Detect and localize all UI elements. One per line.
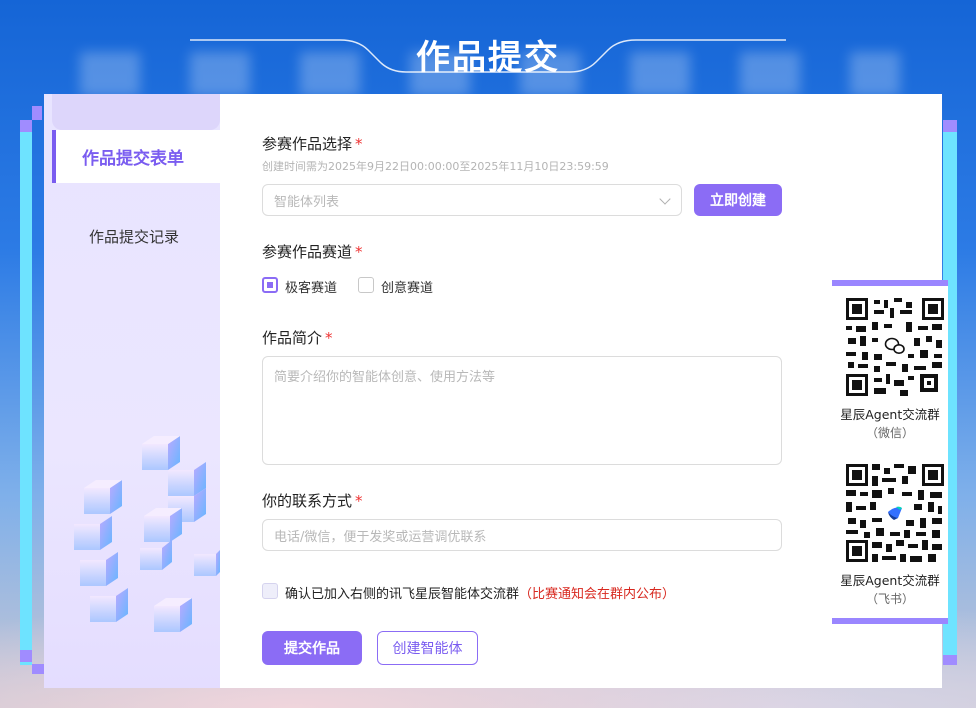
confirm-join-checkbox[interactable] (262, 583, 278, 599)
intro-textarea[interactable]: 简要介绍你的智能体创意、使用方法等 (262, 356, 782, 465)
feishu-qr-code (844, 462, 946, 564)
frame-pixel (943, 655, 957, 665)
work-select-hint: 创建时间需为2025年9月22日00:00:00至2025年11月10日23:5… (262, 160, 609, 173)
title-banner: 作品提交 (190, 18, 786, 78)
frame-pixel (20, 120, 32, 132)
sidebar-top-tab (52, 94, 220, 130)
creative-track-label: 创意赛道 (381, 281, 434, 296)
wechat-qr-code (844, 296, 946, 398)
sidebar: 作品提交表单 作品提交记录 (44, 94, 220, 688)
creative-track-checkbox[interactable] (358, 277, 374, 293)
track-label: 参赛作品赛道 * (262, 243, 363, 261)
work-select-label: 参赛作品选择 * (262, 135, 363, 153)
submission-card: 作品提交表单 作品提交记录 参赛作品选择 * 创建时间需为2025年9月22日0… (44, 94, 942, 688)
feishu-group-platform: （飞书） (865, 592, 914, 606)
wechat-group-name: 星辰Agent交流群 (840, 407, 940, 422)
agent-list-placeholder: 智能体列表 (274, 194, 340, 210)
contact-label: 你的联系方式 * (262, 492, 363, 510)
frame-pixel (943, 120, 957, 132)
create-now-button[interactable]: 立即创建 (694, 184, 782, 216)
contact-input[interactable]: 电话/微信，便于发奖或运营调优联系 (262, 519, 782, 551)
wechat-group-platform: （微信） (865, 426, 914, 440)
create-agent-button[interactable]: 创建智能体 (377, 631, 478, 665)
intro-label: 作品简介 * (262, 329, 333, 347)
sidebar-item-submit-records[interactable]: 作品提交记录 (52, 214, 220, 258)
geek-track-checkbox[interactable] (262, 277, 278, 293)
contact-placeholder: 电话/微信，便于发奖或运营调优联系 (274, 529, 487, 545)
frame-pixel (32, 664, 44, 674)
chevron-down-icon (659, 193, 671, 205)
page-title: 作品提交 (416, 38, 560, 78)
submit-work-button[interactable]: 提交作品 (262, 631, 362, 665)
frame-left-glow (20, 120, 32, 665)
intro-placeholder: 简要介绍你的智能体创意、使用方法等 (274, 370, 496, 385)
feishu-group-name: 星辰Agent交流群 (840, 573, 940, 588)
geek-track-label: 极客赛道 (285, 281, 338, 296)
frame-pixel (32, 106, 42, 120)
qr-group-panel: 星辰Agent交流群 （微信） 星辰Agent交流群 （飞书） (832, 280, 948, 624)
confirm-join-note: （比赛通知会在群内公布） (519, 587, 676, 602)
confirm-join-text: 确认已加入右侧的讯飞星辰智能体交流群（比赛通知会在群内公布） (285, 587, 676, 602)
agent-list-select[interactable]: 智能体列表 (262, 184, 682, 216)
sidebar-item-submit-form[interactable]: 作品提交表单 (52, 130, 220, 183)
cube-illustration (74, 436, 220, 632)
frame-pixel (20, 650, 32, 662)
